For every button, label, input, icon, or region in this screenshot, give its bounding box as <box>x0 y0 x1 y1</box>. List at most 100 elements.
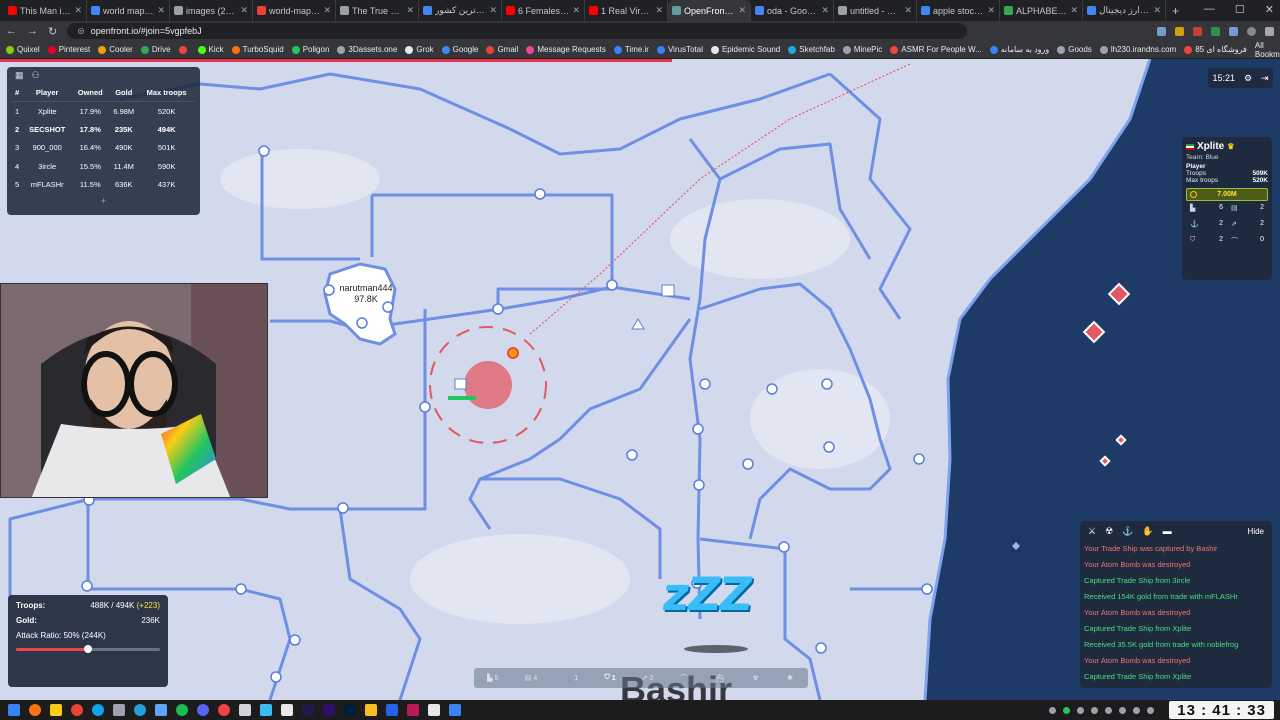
after-effects-icon[interactable] <box>302 704 314 716</box>
build-option-port[interactable]: ⚓ 1 <box>564 674 579 683</box>
all-bookmarks-button[interactable]: All Bookmarks <box>1255 41 1280 59</box>
browser-tab[interactable]: untitled - Paint✕ <box>834 0 917 21</box>
bookmark-item[interactable]: MinePic <box>842 45 882 54</box>
browser-tab[interactable]: This Man is a Me...✕ <box>4 0 87 21</box>
extension-icon[interactable] <box>1157 26 1166 36</box>
app-icon[interactable] <box>113 704 125 716</box>
bookmark-item[interactable]: فروشگاه ای 85 <box>1184 45 1247 54</box>
leaderboard-header-1[interactable]: Player <box>22 84 73 102</box>
leaderboard-row[interactable]: 4 3ircle 15.5% 11.4M 590K <box>12 157 194 176</box>
tab-close-icon[interactable]: ✕ <box>1153 5 1161 16</box>
tab-close-icon[interactable]: ✕ <box>489 5 497 16</box>
browser-tab[interactable]: apple stock - Go...✕ <box>917 0 1000 21</box>
new-tab-button[interactable]: + <box>1172 4 1179 18</box>
app-icon[interactable] <box>407 704 419 716</box>
tray-icon[interactable] <box>1063 706 1071 714</box>
forward-icon[interactable]: → <box>27 25 38 37</box>
extension-icon[interactable] <box>1193 26 1202 36</box>
app-icon[interactable] <box>428 704 440 716</box>
site-info-icon[interactable]: ⊜ <box>77 26 85 37</box>
bookmark-item[interactable]: Sketchfab <box>788 45 835 54</box>
minimize-icon[interactable]: — <box>1204 3 1215 16</box>
attack-ratio-slider[interactable] <box>16 645 160 653</box>
chrome-icon[interactable] <box>71 704 83 716</box>
profile-icon[interactable] <box>1247 26 1256 36</box>
bookmark-item[interactable]: Gmail <box>486 45 518 54</box>
tab-close-icon[interactable]: ✕ <box>323 5 331 16</box>
premiere-icon[interactable] <box>323 704 335 716</box>
tray-icon[interactable] <box>1049 706 1057 714</box>
tab-close-icon[interactable]: ✕ <box>157 5 165 16</box>
chat-filter-icon[interactable]: ▬ <box>1163 526 1172 536</box>
bookmark-item[interactable]: Epidemic Sound <box>710 45 780 54</box>
url-input[interactable]: ⊜ openfront.io/#join=5vgpfebJ <box>67 23 968 39</box>
tab-close-icon[interactable]: ✕ <box>738 5 746 16</box>
tray-icon[interactable] <box>1105 706 1113 714</box>
exit-game-icon[interactable]: ⇥ <box>1261 73 1269 84</box>
trade-filter-icon[interactable]: ⚓ <box>1122 526 1133 537</box>
bookmark-item[interactable]: lh230.irandns.com <box>1099 45 1176 54</box>
app-icon[interactable] <box>155 704 167 716</box>
tab-close-icon[interactable]: ✕ <box>1070 5 1078 16</box>
build-option-hydrogen-bomb[interactable]: ✺ <box>787 674 795 682</box>
hide-events-button[interactable]: Hide <box>1248 527 1264 536</box>
build-option-atom-bomb[interactable]: ☢ <box>752 674 760 682</box>
bookmark-item[interactable]: Poligon <box>291 45 329 54</box>
leaderboard-header-0[interactable]: # <box>12 84 23 102</box>
app-icon[interactable] <box>260 704 272 716</box>
tab-close-icon[interactable]: ✕ <box>904 5 912 16</box>
reload-icon[interactable]: ↻ <box>48 25 57 38</box>
extension-icon[interactable] <box>1175 26 1184 36</box>
app-icon[interactable] <box>365 704 377 716</box>
build-option-warship[interactable]: ⛴ <box>715 674 726 682</box>
spotify-icon[interactable] <box>176 704 188 716</box>
leaderboard-expand-button[interactable]: + <box>7 196 200 206</box>
app-icon[interactable] <box>386 704 398 716</box>
browser-tab[interactable]: ALPHABET A (E...✕ <box>1000 0 1083 21</box>
browser-tab[interactable]: images (291×17...✕ <box>170 0 253 21</box>
discord-icon[interactable] <box>197 704 209 716</box>
tab-close-icon[interactable]: ✕ <box>655 5 663 16</box>
bookmark-item[interactable]: Quixel <box>6 45 40 54</box>
leaderboard-row[interactable]: 1 Xplite 17.9% 6.98M 520K <box>12 102 194 121</box>
bookmark-item[interactable]: Grok <box>405 45 434 54</box>
bookmark-item[interactable]: Cooler <box>98 45 133 54</box>
bookmark-item[interactable]: TurboSquid <box>231 45 284 54</box>
leaderboard-row[interactable]: 2 SECSHOT 17.8% 235K 494K <box>12 120 194 139</box>
bookmark-item[interactable]: Drive <box>140 45 171 54</box>
browser-tab[interactable]: world map - Goo...✕ <box>87 0 170 21</box>
browser-tab[interactable]: 6 Females vs 1 S...✕ <box>502 0 585 21</box>
menu-icon[interactable] <box>1265 26 1274 36</box>
build-option-defense-post[interactable]: ⛉ 1 <box>604 674 615 682</box>
browser-tab[interactable]: خرید ارز دیجیتال✕ <box>1083 0 1166 21</box>
photoshop-icon[interactable] <box>344 704 356 716</box>
browser-tab[interactable]: OpenFront (ALP...✕ <box>668 0 751 21</box>
build-option-missile-silo[interactable]: ⇗ 2 <box>642 674 654 683</box>
leaderboard-header-3[interactable]: Gold <box>108 84 140 102</box>
leaderboard-row[interactable]: 5 mFLASHr 11.5% 636K 437K <box>12 176 194 195</box>
windows-start-icon[interactable] <box>8 704 20 716</box>
nuke-filter-icon[interactable]: ☢ <box>1105 526 1113 537</box>
wifi-icon[interactable] <box>1133 706 1141 714</box>
app-icon[interactable] <box>449 704 461 716</box>
leaderboard-icon[interactable]: ▦ <box>15 70 24 81</box>
bookmark-item[interactable]: ورود به سامانه <box>989 45 1049 54</box>
bookmark-item[interactable]: 3Dassets.one <box>337 45 397 54</box>
bookmark-item[interactable] <box>178 45 190 54</box>
game-canvas[interactable]: narutman444 97.8K ▦ ⚇ # Player Owned Gol… <box>0 59 1280 700</box>
app-icon[interactable] <box>239 704 251 716</box>
browser-tab[interactable]: پهناور ترین کشور...✕ <box>419 0 502 21</box>
tray-icon[interactable] <box>1077 706 1085 714</box>
edge-icon[interactable] <box>92 704 104 716</box>
leaderboard-header-4[interactable]: Max troops <box>139 84 194 102</box>
back-icon[interactable]: ← <box>6 25 17 37</box>
volume-icon[interactable] <box>1147 706 1155 714</box>
tab-close-icon[interactable]: ✕ <box>572 5 580 16</box>
maximize-icon[interactable]: ☐ <box>1235 3 1245 16</box>
browser-tab[interactable]: 1 Real Virgin vs 1...✕ <box>585 0 668 21</box>
app-icon[interactable] <box>281 704 293 716</box>
bookmark-item[interactable]: Goods <box>1057 45 1092 54</box>
bookmark-item[interactable]: Kick <box>197 45 224 54</box>
sword-filter-icon[interactable]: ⚔ <box>1088 526 1096 537</box>
bookmark-item[interactable]: Pinterest <box>47 45 90 54</box>
